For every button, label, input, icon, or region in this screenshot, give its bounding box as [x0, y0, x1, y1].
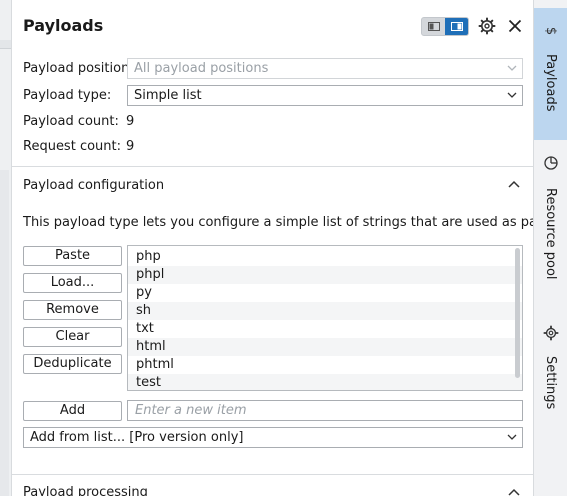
payload-list[interactable]: php phpl py sh txt html phtml test [127, 245, 523, 391]
gear-icon [542, 324, 560, 342]
left-edge-scrollbar[interactable] [0, 170, 9, 496]
left-edge-strip [0, 0, 12, 496]
list-scrollbar[interactable] [515, 248, 520, 378]
payload-type-select[interactable]: Simple list [127, 85, 523, 106]
payload-position-value: All payload positions [134, 61, 269, 76]
add-from-list-select[interactable]: Add from list... [Pro version only] [23, 427, 523, 448]
add-item-input[interactable]: Enter a new item [127, 400, 523, 421]
list-item[interactable]: phtml [128, 356, 522, 374]
tab-payloads[interactable]: $ Payloads [534, 8, 567, 140]
layout-split-icon[interactable] [445, 18, 468, 35]
section-divider [12, 166, 533, 167]
layout-single-icon[interactable] [422, 18, 445, 35]
add-item-placeholder: Enter a new item [135, 403, 247, 418]
payload-configuration-title: Payload configuration [23, 178, 165, 193]
payload-type-value: Simple list [134, 88, 202, 103]
tab-settings-label: Settings [543, 356, 558, 410]
deduplicate-button[interactable]: Deduplicate [23, 354, 122, 374]
svg-text:$: $ [543, 27, 558, 35]
list-item[interactable]: phpl [128, 266, 522, 284]
payloads-panel: Payloads Payload position: All payload p… [12, 0, 567, 496]
gear-icon[interactable] [478, 17, 496, 35]
panel-header: Payloads [12, 0, 533, 52]
list-item[interactable]: html [128, 338, 522, 356]
list-item[interactable]: sh [128, 302, 522, 320]
tab-resource-pool-label: Resource pool [543, 188, 558, 280]
remove-button[interactable]: Remove [23, 300, 122, 320]
close-icon[interactable] [506, 16, 524, 36]
list-item[interactable]: py [128, 284, 522, 302]
list-item[interactable]: test [128, 374, 522, 390]
payload-type-label: Payload type: [23, 88, 112, 103]
payload-position-select: All payload positions [127, 58, 523, 79]
add-from-list-value: Add from list... [Pro version only] [30, 430, 244, 445]
chevron-up-icon[interactable] [508, 488, 520, 496]
payload-processing-title: Payload processing [23, 485, 148, 496]
tab-settings[interactable]: Settings [534, 320, 567, 420]
tab-payloads-label: Payloads [543, 54, 558, 112]
payload-count-label: Payload count: [23, 114, 119, 129]
list-item[interactable]: php [128, 248, 522, 266]
list-item[interactable]: txt [128, 320, 522, 338]
request-count-value: 9 [126, 139, 135, 154]
panel-title: Payloads [23, 16, 104, 35]
left-edge-tab [0, 40, 11, 49]
request-count-label: Request count: [23, 139, 121, 154]
dollar-icon: $ [542, 22, 560, 40]
payload-position-label: Payload position: [23, 61, 134, 76]
right-tab-bar: $ Payloads Resource pool Settings [533, 0, 567, 496]
pie-chart-icon [542, 154, 560, 172]
payload-count-value: 9 [126, 114, 135, 129]
chevron-up-icon[interactable] [508, 180, 520, 190]
section-divider [12, 474, 533, 475]
chevron-down-icon [507, 92, 517, 98]
add-button[interactable]: Add [23, 401, 122, 421]
payload-configuration-description: This payload type lets you configure a s… [23, 215, 567, 230]
chevron-down-icon [507, 65, 517, 71]
paste-button[interactable]: Paste [23, 246, 122, 266]
clear-button[interactable]: Clear [23, 327, 122, 347]
load-button[interactable]: Load... [23, 273, 122, 293]
chevron-down-icon [507, 434, 517, 440]
tab-resource-pool[interactable]: Resource pool [534, 150, 567, 300]
layout-toggle[interactable] [421, 17, 469, 36]
